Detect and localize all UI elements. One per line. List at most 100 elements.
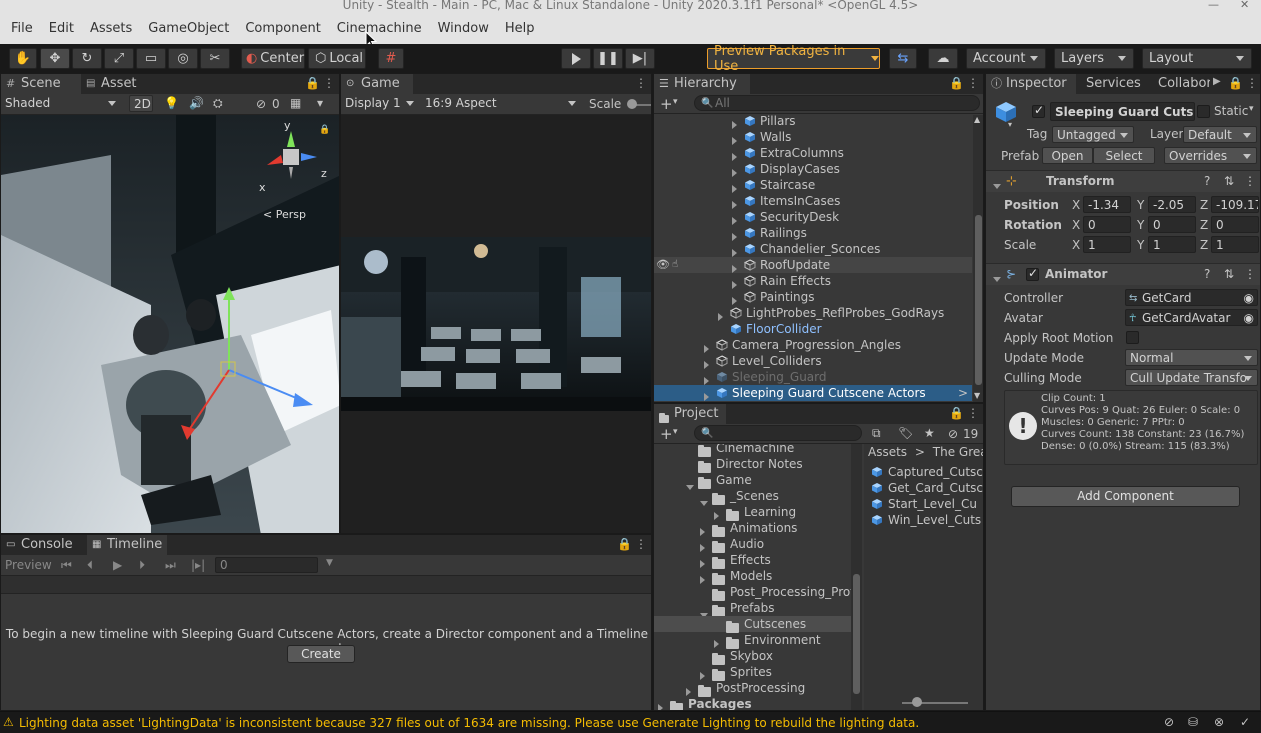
help-icon[interactable]: ? (1204, 267, 1210, 281)
frame-field[interactable]: 0 (215, 557, 318, 573)
play-range-icon[interactable]: |▸| (191, 558, 205, 572)
culling-mode-dropdown[interactable]: Cull Update Transfo (1125, 369, 1258, 386)
scroll-down-icon[interactable]: ▼ (974, 391, 980, 400)
hierarchy-item[interactable]: Paintings (654, 289, 972, 305)
status-message[interactable]: Lighting data asset 'LightingData' is in… (19, 716, 919, 730)
create-plus-icon[interactable]: + (660, 95, 673, 113)
cloud-button[interactable]: ☁ (928, 48, 958, 69)
tab-console[interactable]: ▭ Console (1, 535, 87, 555)
project-folder-item[interactable]: PostProcessing (654, 680, 851, 697)
position-x-field[interactable]: -1.34 (1083, 196, 1131, 213)
effects-icon[interactable]: ⛭ (213, 96, 223, 111)
open-prefab-arrow-icon[interactable]: > (958, 385, 968, 401)
position-z-field[interactable]: -109.17 (1211, 196, 1259, 213)
hierarchy-item[interactable]: Chandelier_Sconces (654, 241, 972, 257)
hierarchy-item[interactable]: Railings (654, 225, 972, 241)
move-tool-button[interactable]: ✥ (40, 48, 70, 69)
tab-services[interactable]: Services (1078, 74, 1150, 94)
project-folder-item[interactable]: Models (654, 568, 851, 585)
tab-collaborate[interactable]: Collabora (1150, 74, 1210, 94)
kebab-menu-icon[interactable]: ⋮ (323, 76, 335, 90)
lock-icon[interactable]: 🔒 (1228, 76, 1243, 90)
scale-y-field[interactable]: 1 (1148, 236, 1196, 253)
lock-icon[interactable]: 🔒 (305, 76, 320, 90)
project-tree-scrollbar[interactable] (851, 444, 862, 710)
progress-check-icon[interactable]: ✓ (1240, 715, 1250, 729)
hierarchy-item[interactable]: LightProbes_ReflProbes_GodRays (654, 305, 972, 321)
game-view-render[interactable] (341, 237, 651, 411)
static-checkbox[interactable] (1197, 105, 1210, 118)
create-timeline-button[interactable]: Create (287, 645, 355, 663)
icon-size-slider-thumb[interactable] (912, 697, 922, 707)
project-file-item[interactable]: Get_Card_Cutsc (864, 480, 983, 496)
active-checkbox[interactable] (1032, 103, 1045, 118)
pickable-hand-icon[interactable]: ☝ (672, 257, 678, 273)
hierarchy-item[interactable]: Level_Colliders (654, 353, 972, 369)
collab-button[interactable]: ⇆ (889, 48, 917, 69)
tag-dropdown[interactable]: Untagged (1052, 126, 1134, 143)
hierarchy-item[interactable]: ItemsInCases (654, 193, 972, 209)
layer-dropdown[interactable]: Default (1183, 126, 1257, 143)
play-icon[interactable]: ▶ (113, 558, 122, 572)
goto-start-icon[interactable]: ⏮ (61, 558, 72, 573)
preview-packages-button[interactable]: Preview Packages in Use (707, 44, 880, 74)
animator-enabled-checkbox[interactable] (1026, 266, 1039, 281)
tab-project[interactable]: Project (654, 404, 726, 424)
tab-inspector[interactable]: ⓘ Inspector (986, 74, 1076, 94)
prefab-select-button[interactable]: Select (1093, 147, 1155, 164)
tab-scroll-right-icon[interactable]: ▶ (1213, 76, 1221, 87)
layout-dropdown[interactable]: Layout (1142, 48, 1252, 69)
project-folder-item[interactable]: Post_Processing_Prof (654, 584, 851, 601)
hierarchy-item[interactable]: Sleeping_Guard (654, 369, 972, 385)
rotate-tool-button[interactable]: ↻ (72, 48, 102, 69)
tab-game[interactable]: ⊙ Game (341, 74, 413, 94)
preview-toggle[interactable]: Preview (1, 555, 53, 575)
hierarchy-item[interactable]: Staircase (654, 177, 972, 193)
grid-snap-button[interactable]: # (378, 48, 404, 69)
transform-header[interactable]: ⊹ Transform ? ⇅ ⋮ (986, 170, 1260, 192)
object-picker-icon[interactable]: ◉ (1244, 310, 1254, 325)
scale-tool-button[interactable]: ⤢ (104, 48, 134, 69)
toggle-2d-button[interactable]: 2D (129, 95, 153, 112)
menu-cinemachine[interactable]: Cinemachine (329, 14, 430, 44)
hidden-objects-icon[interactable]: ⊘ (256, 97, 266, 111)
hierarchy-scrollbar[interactable]: ▲ ▼ (973, 115, 983, 402)
scale-x-field[interactable]: 1 (1083, 236, 1131, 253)
tab-hierarchy[interactable]: ☰ Hierarchy (654, 74, 750, 94)
transform-tool-button[interactable]: ◎ (168, 48, 198, 69)
menu-file[interactable]: File (3, 14, 41, 44)
hierarchy-scrollbar-thumb[interactable] (975, 215, 982, 385)
pause-button[interactable]: ❚❚ (593, 48, 623, 69)
cache-server-icon[interactable]: ⛁ (1188, 715, 1198, 729)
kebab-menu-icon[interactable]: ⋮ (635, 537, 647, 551)
rotation-z-field[interactable]: 0 (1211, 216, 1259, 233)
object-name-field[interactable]: Sleeping Guard Cutsce (1050, 102, 1195, 121)
project-folder-item[interactable]: Game (654, 472, 851, 490)
chevron-down-icon[interactable]: ▾ (673, 97, 678, 107)
object-picker-icon[interactable]: ◉ (1244, 290, 1254, 305)
project-folder-item[interactable]: Effects (654, 552, 851, 569)
menu-window[interactable]: Window (430, 14, 497, 44)
rotation-y-field[interactable]: 0 (1148, 216, 1196, 233)
project-folder-item[interactable]: Skybox (654, 648, 851, 665)
shading-mode-dropdown[interactable]: Shaded (1, 95, 121, 112)
project-folder-item[interactable]: Sprites (654, 664, 851, 681)
tab-scene[interactable]: # Scene (1, 74, 81, 94)
scale-z-field[interactable]: 1 (1211, 236, 1259, 253)
hierarchy-item[interactable]: Sleeping Guard Cutscene Actors > (654, 385, 972, 401)
minimize-icon[interactable]: — (1208, 0, 1219, 10)
chevron-down-icon[interactable]: ▾ (1249, 104, 1254, 114)
grid-toggle-icon[interactable]: ▦ (290, 96, 301, 110)
project-folder-item[interactable]: Cinemachine (654, 444, 851, 457)
hierarchy-item[interactable]: FloorCollider (654, 321, 972, 337)
hierarchy-item[interactable]: SecurityDesk (654, 209, 972, 225)
menu-assets[interactable]: Assets (82, 14, 140, 44)
prev-frame-icon[interactable]: ⏴ (87, 558, 93, 573)
preset-icon[interactable]: ⇅ (1224, 267, 1234, 281)
kebab-menu-icon[interactable]: ⋮ (1244, 267, 1256, 281)
expand-arrow-icon[interactable] (658, 700, 663, 710)
menu-gameobject[interactable]: GameObject (140, 14, 237, 44)
controller-field[interactable]: ⇆ GetCard ◉ (1125, 289, 1258, 306)
project-file-item[interactable]: Win_Level_Cuts (864, 512, 983, 528)
rotation-x-field[interactable]: 0 (1083, 216, 1131, 233)
